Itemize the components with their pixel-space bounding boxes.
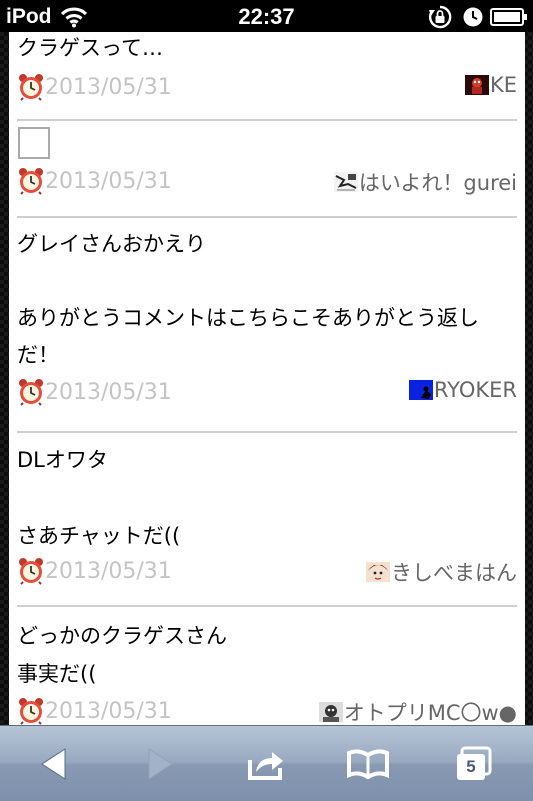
forward-button[interactable]: [136, 740, 184, 788]
bookmarks-button[interactable]: [344, 740, 392, 788]
bookmarks-book-icon: [347, 749, 389, 780]
comment-meta: 2013/05/31 KE: [17, 71, 517, 105]
avatar-blue-square-icon: [408, 380, 433, 400]
comment-author[interactable]: きしべまはん: [391, 557, 517, 587]
comment-date: 2013/05/31: [45, 558, 172, 584]
status-clock: 22:37: [238, 4, 295, 29]
comment-item: どっかのクラゲスさん 事実だ(( 2013/05/31 オトプリMC〇w●: [17, 607, 517, 725]
rotation-lock-icon: [429, 5, 452, 29]
comment-item: DLオワタ さあチャットだ(( 2013/05/31 きしべまはん: [17, 433, 517, 607]
comment-meta: 2013/05/31 きしべまはん: [17, 555, 517, 589]
comment-author-group[interactable]: オトプリMC〇w●: [318, 697, 517, 725]
comment-author[interactable]: はいよれ！gurei: [359, 167, 517, 197]
comment-text: クラゲスって…: [17, 36, 163, 60]
comment-meta: 2013/05/31 オトプリMC〇w●: [17, 695, 517, 725]
comment-date-group: 2013/05/31: [17, 697, 172, 725]
comment-author[interactable]: オトプリMC〇w●: [344, 697, 517, 725]
comment-date-group: 2013/05/31: [17, 557, 172, 585]
share-button[interactable]: [242, 740, 290, 788]
comment-date-group: 2013/05/31: [17, 73, 172, 101]
comment-author[interactable]: RYOKER: [434, 378, 517, 402]
back-button[interactable]: [30, 740, 78, 788]
comment-text: DLオワタ さあチャットだ((: [17, 448, 181, 548]
comment-meta: 2013/05/31 RYOKER: [17, 376, 517, 410]
avatar-monochrome-face-icon: [318, 702, 343, 722]
avatar-red-robot-icon: [464, 75, 489, 95]
comment-item: グレイさんおかえり ありがとうコメントはこちらこそありがとう返しだ！ 2013/…: [17, 218, 517, 433]
avatar-anime-face-icon: [366, 562, 390, 582]
comment-date: 2013/05/31: [45, 379, 172, 405]
avatar-sketch-icon: [333, 172, 358, 192]
forward-arrow-icon: [148, 748, 173, 780]
comment-author-group[interactable]: きしべまはん: [366, 557, 517, 587]
comment-date: 2013/05/31: [45, 74, 172, 100]
comment-author-group[interactable]: はいよれ！gurei: [333, 167, 517, 197]
back-arrow-icon: [41, 748, 66, 780]
comment-text: どっかのクラゲスさん 事実だ((: [17, 624, 227, 686]
comment-date: 2013/05/31: [45, 168, 172, 194]
alarm-clock-icon: [19, 698, 43, 725]
comment-date-group: 2013/05/31: [17, 167, 172, 195]
comment-author-group[interactable]: RYOKER: [408, 378, 517, 402]
comment-author[interactable]: KE: [490, 73, 517, 97]
status-bar: iPod 22:37: [0, 0, 533, 32]
comment-item: クラゲスって… 2013/05/31 KE: [17, 32, 517, 121]
alarm-clock-icon: [19, 558, 43, 585]
comment-author-group[interactable]: KE: [464, 73, 517, 97]
comment-text: グレイさんおかえり ありがとうコメントはこちらこそありがとう返しだ！: [17, 232, 479, 367]
alarm-clock-icon: [19, 74, 43, 101]
comment-checkbox[interactable]: [18, 127, 50, 159]
browser-toolbar: 5: [0, 725, 533, 801]
share-icon: [248, 752, 283, 780]
comment-date: 2013/05/31: [45, 698, 172, 724]
comment-board: クラゲスって… 2013/05/31 KE 2013/05/31 はいよれ！gu…: [9, 32, 525, 725]
alarm-clock-icon: [19, 379, 43, 406]
web-page[interactable]: クラゲスって… 2013/05/31 KE 2013/05/31 はいよれ！gu…: [0, 32, 533, 725]
tabs-count: 5: [466, 757, 476, 776]
comment-meta: 2013/05/31 はいよれ！gurei: [17, 165, 517, 199]
tabs-button[interactable]: 5: [450, 740, 498, 788]
alarm-clock-icon: [19, 168, 43, 195]
comment-item: 2013/05/31 はいよれ！gurei: [17, 121, 517, 218]
comment-date-group: 2013/05/31: [17, 378, 172, 406]
battery-icon: [490, 8, 527, 26]
alarm-status-icon: [463, 7, 483, 27]
